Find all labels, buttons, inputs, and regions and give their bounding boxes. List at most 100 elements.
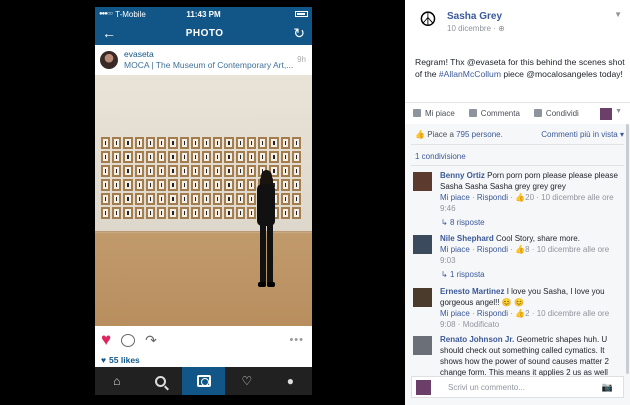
- picture-frame: [179, 207, 189, 219]
- likes-count[interactable]: ♥ 55 likes: [95, 354, 312, 366]
- heart-icon[interactable]: ♥: [101, 330, 111, 350]
- picture-frame: [179, 179, 189, 191]
- commenter-name[interactable]: Benny Ortiz: [440, 171, 485, 180]
- picture-frame: [101, 137, 111, 149]
- shares-link[interactable]: 1 condivisione: [415, 152, 466, 161]
- avatar[interactable]: [413, 288, 432, 307]
- picture-frame: [202, 151, 212, 163]
- floor-line: [95, 231, 312, 232]
- activity-icon: ♡: [241, 374, 253, 388]
- picture-frame: [190, 165, 200, 177]
- more-options-icon[interactable]: •••: [289, 334, 304, 346]
- comment-item: Ernesto Martinez I love you Sasha, I lov…: [413, 286, 623, 330]
- picture-frame: [224, 179, 234, 191]
- picture-frame: [179, 151, 189, 163]
- comment-like-link[interactable]: Mi piace: [440, 309, 470, 318]
- post-username[interactable]: evaseta: [124, 49, 293, 60]
- picture-frame: [101, 165, 111, 177]
- refresh-icon[interactable]: ↻: [293, 26, 305, 40]
- home-tab[interactable]: ⌂: [95, 367, 138, 395]
- scrollbar[interactable]: [626, 124, 629, 374]
- thumbs-up-small-icon: 👍: [415, 130, 425, 139]
- comment-icon[interactable]: [121, 333, 136, 347]
- share-button[interactable]: Condividi: [533, 109, 579, 118]
- status-bar: ●●●○○ T-Mobile 11:43 PM: [95, 7, 312, 21]
- comment-composer: Scrivi un commento... 📷: [411, 376, 624, 398]
- profile-icon: ●: [286, 374, 294, 388]
- likes-link[interactable]: 795 persone.: [456, 130, 503, 139]
- picture-frame: [235, 151, 245, 163]
- comment-reply-link[interactable]: Rispondi: [477, 193, 508, 202]
- picture-frame: [123, 179, 133, 191]
- thumbs-up-icon: [413, 109, 421, 117]
- picture-frame: [157, 179, 167, 191]
- chevron-down-icon[interactable]: ▼: [614, 10, 622, 19]
- comment-item: Nile Shephard Cool Story, share more. Mi…: [413, 233, 623, 266]
- picture-frame: [101, 179, 111, 191]
- avatar: [416, 380, 431, 395]
- picture-frame: [280, 207, 290, 219]
- peace-logo-icon[interactable]: ☮: [417, 9, 439, 31]
- edited-label[interactable]: Modificato: [463, 320, 499, 329]
- picture-frame: [269, 137, 279, 149]
- chevron-down-icon[interactable]: ▼: [615, 108, 622, 115]
- picture-frame: [112, 193, 122, 205]
- comment-reply-link[interactable]: Rispondi: [477, 245, 508, 254]
- picture-frame: [101, 151, 111, 163]
- activity-tab[interactable]: ♡: [225, 367, 268, 395]
- commenter-name[interactable]: Renato Johnson Jr.: [440, 335, 514, 344]
- comments-sort-dropdown[interactable]: Commenti più in vista ▾: [541, 130, 624, 139]
- comment-input[interactable]: Scrivi un commento...: [448, 383, 525, 392]
- avatar[interactable]: [413, 172, 432, 191]
- reply-arrow-icon: ↳: [441, 270, 448, 279]
- search-tab[interactable]: [138, 367, 181, 395]
- commenter-name[interactable]: Ernesto Martinez: [440, 287, 504, 296]
- woman-figure: [253, 170, 279, 295]
- avatar[interactable]: [100, 51, 118, 69]
- avatar[interactable]: [413, 235, 432, 254]
- picture-frame: [123, 151, 133, 163]
- replies-link[interactable]: ↳ 8 risposte: [441, 218, 485, 227]
- avatar[interactable]: [413, 336, 432, 355]
- back-arrow-icon[interactable]: ←: [102, 26, 116, 40]
- picture-frame: [123, 207, 133, 219]
- post-date[interactable]: 10 dicembre · ⊕: [447, 24, 505, 33]
- like-count-icon: 👍: [515, 245, 526, 255]
- picture-frame: [224, 193, 234, 205]
- comment-reply-link[interactable]: Rispondi: [477, 309, 508, 318]
- commenter-name[interactable]: Nile Shephard: [440, 234, 494, 243]
- comment-like-link[interactable]: Mi piace: [440, 245, 470, 254]
- actor-avatar[interactable]: [600, 108, 612, 120]
- camera-tab[interactable]: [181, 367, 226, 395]
- picture-frame: [280, 179, 290, 191]
- bottom-tabbar: ⌂ ♡ ●: [95, 367, 312, 395]
- post-location[interactable]: MOCA | The Museum of Contemporary Art,..…: [124, 60, 293, 71]
- picture-frame: [202, 193, 212, 205]
- like-count-icon: 👍: [515, 193, 526, 203]
- comment-button[interactable]: Commenta: [468, 109, 520, 118]
- globe-icon: ⊕: [498, 24, 505, 33]
- hashtag-link[interactable]: #AllanMcCollum: [439, 69, 501, 79]
- picture-frame: [224, 137, 234, 149]
- picture-frame: [157, 165, 167, 177]
- page-name[interactable]: Sasha Grey: [447, 11, 502, 22]
- picture-frame: [134, 137, 144, 149]
- picture-frame: [235, 207, 245, 219]
- picture-frame: [235, 193, 245, 205]
- divider: [411, 144, 624, 145]
- picture-frame: [280, 165, 290, 177]
- profile-tab[interactable]: ●: [269, 367, 312, 395]
- post-actions: ♥ ↷ •••: [95, 326, 312, 354]
- camera-icon[interactable]: 📷: [602, 382, 613, 393]
- share-icon[interactable]: ↷: [145, 332, 157, 349]
- like-button[interactable]: Mi piace: [413, 109, 455, 118]
- comment-like-link[interactable]: Mi piace: [440, 193, 470, 202]
- picture-frame: [157, 207, 167, 219]
- picture-frame: [134, 151, 144, 163]
- picture-frame: [213, 137, 223, 149]
- replies-link[interactable]: ↳ 1 risposta: [441, 270, 485, 279]
- comment-meta: Mi piace · Rispondi · 👍20 · 10 dicembre …: [440, 193, 614, 214]
- picture-frame: [213, 151, 223, 163]
- picture-frame: [112, 165, 122, 177]
- picture-frame: [280, 137, 290, 149]
